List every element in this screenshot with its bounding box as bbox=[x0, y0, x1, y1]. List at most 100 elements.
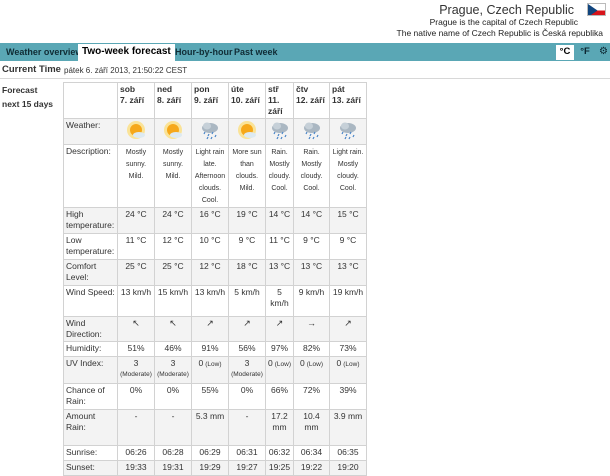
cell-humidity: 97% bbox=[265, 341, 294, 357]
sunrise-value: 06:28 bbox=[162, 447, 184, 457]
weather-description: Mostly sunny. Mild. bbox=[162, 149, 184, 180]
wind-speed-value: 9 km/h bbox=[298, 287, 325, 297]
sunset-value: 19:33 bbox=[125, 462, 147, 472]
cell-high: 19 °C bbox=[228, 207, 266, 234]
row-label: Sunrise: bbox=[66, 447, 98, 457]
row-label: Chance of Rain: bbox=[66, 385, 105, 406]
row-label-cell: Amount Rain: bbox=[63, 409, 118, 446]
uv-value: 3 bbox=[244, 358, 250, 368]
day-of-week: pon bbox=[194, 84, 210, 94]
cell-sunrise: 06:34 bbox=[293, 445, 330, 461]
cell-weather bbox=[228, 118, 266, 145]
weather-description: Light rain. Mostly cloudy. Cool. bbox=[332, 149, 364, 192]
rain-icon bbox=[200, 120, 220, 140]
cell-wind-speed: 5 km/h bbox=[228, 285, 266, 317]
comfort-value: 13 °C bbox=[337, 261, 359, 271]
cell-comfort: 13 °C bbox=[265, 259, 294, 286]
sunny-icon bbox=[126, 120, 146, 140]
row-low: Low temperature: 11 °C 12 °C 10 °C 9 °C 11 °C… bbox=[63, 233, 367, 260]
cell-sunset: 19:27 bbox=[228, 460, 266, 476]
sunset-value: 19:25 bbox=[268, 462, 291, 472]
wind-speed-value: 5 km/h bbox=[270, 287, 289, 308]
day-header-cell: úte 10. září bbox=[228, 82, 266, 119]
cell-description: Rain. Mostly cloudy. Cool. bbox=[293, 144, 330, 208]
cell-rain-chance: 0% bbox=[228, 383, 266, 410]
cell-uv: 3 (Moderate) bbox=[154, 356, 192, 384]
cell-rain-chance: 0% bbox=[154, 383, 192, 410]
weather-description: Rain. Mostly cloudy. Cool. bbox=[268, 149, 291, 192]
tab-two-week-forecast[interactable]: Two-week forecast bbox=[78, 44, 175, 61]
row-label-cell: Sunset: bbox=[63, 460, 118, 476]
cell-sunrise: 06:29 bbox=[191, 445, 229, 461]
uv-level: (Moderate) bbox=[231, 371, 263, 378]
cell-high: 16 °C bbox=[191, 207, 229, 234]
day-header-cell: pon 9. září bbox=[191, 82, 229, 119]
comfort-value: 18 °C bbox=[236, 261, 258, 271]
rain-chance-value: 72% bbox=[302, 385, 320, 395]
cell-uv: 0 (Low) bbox=[293, 356, 330, 384]
cell-wind-dir: ↗ bbox=[265, 316, 294, 342]
tab-weather-overview[interactable]: Weather overview bbox=[2, 45, 86, 61]
row-wind-dir: Wind Direction: ↖ ↖ ↗ ↗ ↗ → ↗ bbox=[63, 316, 367, 342]
wind-direction-arrow-icon: ↖ bbox=[169, 318, 177, 328]
uv-level: (Low) bbox=[343, 361, 360, 368]
row-label: UV Index: bbox=[66, 358, 104, 368]
cell-low: 11 °C bbox=[265, 233, 294, 260]
cell-humidity: 82% bbox=[293, 341, 330, 357]
cell-description: Rain. Mostly cloudy. Cool. bbox=[265, 144, 294, 208]
row-rain-chance: Chance of Rain: 0% 0% 55% 0% 66% 72% 39% bbox=[63, 383, 367, 410]
cell-sunrise: 06:35 bbox=[329, 445, 367, 461]
weather-description: Mostly sunny. Mild. bbox=[125, 149, 147, 180]
low-value: 11 °C bbox=[269, 235, 290, 245]
cell-weather bbox=[265, 118, 294, 145]
cell-sunrise: 06:26 bbox=[117, 445, 155, 461]
rain-amount-value: - bbox=[134, 411, 138, 421]
row-humidity: Humidity: 51% 46% 91% 56% 97% 82% 73% bbox=[63, 341, 367, 357]
tab-past-week[interactable]: Past week bbox=[230, 45, 282, 61]
uv-value: 0 bbox=[268, 358, 273, 368]
high-value: 15 °C bbox=[337, 209, 359, 219]
row-label: Amount Rain: bbox=[66, 411, 96, 432]
row-label-cell: Humidity: bbox=[63, 341, 118, 357]
forecast-label-line1: Forecast bbox=[2, 85, 38, 95]
cell-description: Light rain late. Afternoon clouds. Cool. bbox=[191, 144, 229, 208]
rain-chance-value: 39% bbox=[339, 385, 357, 395]
tab-hour-by-hour[interactable]: Hour-by-hour bbox=[171, 45, 237, 61]
cell-description: More sun than clouds. Mild. bbox=[228, 144, 266, 208]
fahrenheit-button[interactable]: °F bbox=[578, 45, 592, 60]
cell-sunrise: 06:31 bbox=[228, 445, 266, 461]
location-title: Prague, Czech Republic bbox=[439, 3, 574, 17]
high-value: 19 °C bbox=[236, 209, 258, 219]
sunset-value: 19:29 bbox=[199, 462, 221, 472]
uv-level: (Low) bbox=[205, 361, 222, 368]
sunrise-value: 06:31 bbox=[236, 447, 258, 457]
cell-wind-speed: 13 km/h bbox=[117, 285, 155, 317]
uv-value: 0 bbox=[300, 358, 305, 368]
low-value: 9 °C bbox=[238, 235, 256, 245]
cell-high: 14 °C bbox=[265, 207, 294, 234]
capital-note: Prague is the capital of Czech Republic bbox=[429, 17, 578, 27]
row-label-cell: Comfort Level: bbox=[63, 259, 118, 286]
day-of-week: stř bbox=[268, 84, 279, 94]
celsius-button[interactable]: °C bbox=[556, 45, 574, 60]
sunrise-value: 06:29 bbox=[199, 447, 221, 457]
cell-humidity: 56% bbox=[228, 341, 266, 357]
row-label: Description: bbox=[66, 146, 111, 156]
cell-rain-amount: 17.2 mm bbox=[265, 409, 294, 446]
rain-chance-value: 55% bbox=[201, 385, 219, 395]
row-label-cell: Sunrise: bbox=[63, 445, 118, 461]
sunny-icon bbox=[163, 120, 183, 140]
wind-direction-arrow-icon: ↗ bbox=[275, 318, 284, 328]
rain-amount-value: 17.2 mm bbox=[271, 411, 288, 432]
day-date: 11. září bbox=[268, 95, 283, 116]
tab-bar: Weather overview Two-week forecast Hour-… bbox=[0, 43, 610, 61]
rain-chance-value: 0% bbox=[240, 385, 254, 395]
high-value: 14 °C bbox=[268, 209, 291, 219]
weather-description: Light rain late. Afternoon clouds. Cool. bbox=[194, 149, 226, 204]
header-corner-cell bbox=[63, 82, 118, 119]
gear-icon[interactable]: ⚙ bbox=[599, 46, 609, 58]
cell-wind-speed: 15 km/h bbox=[154, 285, 192, 317]
cell-wind-dir: ↗ bbox=[329, 316, 367, 342]
day-header-cell: sob 7. září bbox=[117, 82, 155, 119]
sunset-value: 19:22 bbox=[300, 462, 323, 472]
